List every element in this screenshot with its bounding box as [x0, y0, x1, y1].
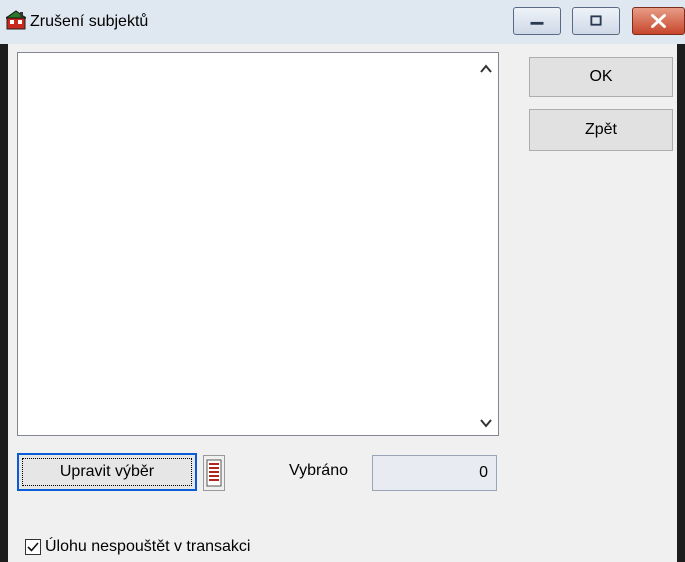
subjects-listbox[interactable]	[17, 52, 499, 436]
title-bar[interactable]: Zrušení subjektů	[0, 0, 685, 44]
no-transaction-checkbox[interactable]	[25, 539, 41, 555]
checkmark-icon	[27, 542, 39, 552]
scroll-down-button[interactable]	[478, 415, 494, 431]
selected-count-field: 0	[372, 455, 497, 491]
edit-selection-button[interactable]: Upravit výběr	[17, 453, 197, 491]
back-button[interactable]: Zpět	[529, 109, 673, 151]
list-button[interactable]	[203, 455, 225, 491]
window-title: Zrušení subjektů	[30, 13, 149, 30]
maximize-icon	[590, 15, 602, 26]
dialog-client-area: OK Zpět Upravit výběr Vybráno 0 Úlohu ne…	[8, 44, 677, 562]
no-transaction-option[interactable]: Úlohu nespouštět v transakci	[25, 538, 250, 556]
scroll-up-button[interactable]	[478, 61, 494, 77]
focus-rectangle	[22, 458, 192, 486]
list-icon	[206, 459, 222, 487]
no-transaction-label: Úlohu nespouštět v transakci	[45, 538, 251, 555]
minimize-button[interactable]	[513, 7, 561, 35]
app-icon	[4, 10, 28, 30]
close-icon	[651, 14, 666, 28]
chevron-down-icon	[480, 419, 492, 428]
chevron-up-icon	[480, 64, 492, 73]
selected-count-label: Vybráno	[289, 462, 348, 479]
dialog-window: Zrušení subjektů OK Zpět Upravit výběr V…	[0, 0, 685, 562]
minimize-icon	[530, 21, 544, 25]
ok-button[interactable]: OK	[529, 57, 673, 97]
close-button[interactable]	[632, 7, 685, 35]
maximize-button[interactable]	[572, 7, 620, 35]
